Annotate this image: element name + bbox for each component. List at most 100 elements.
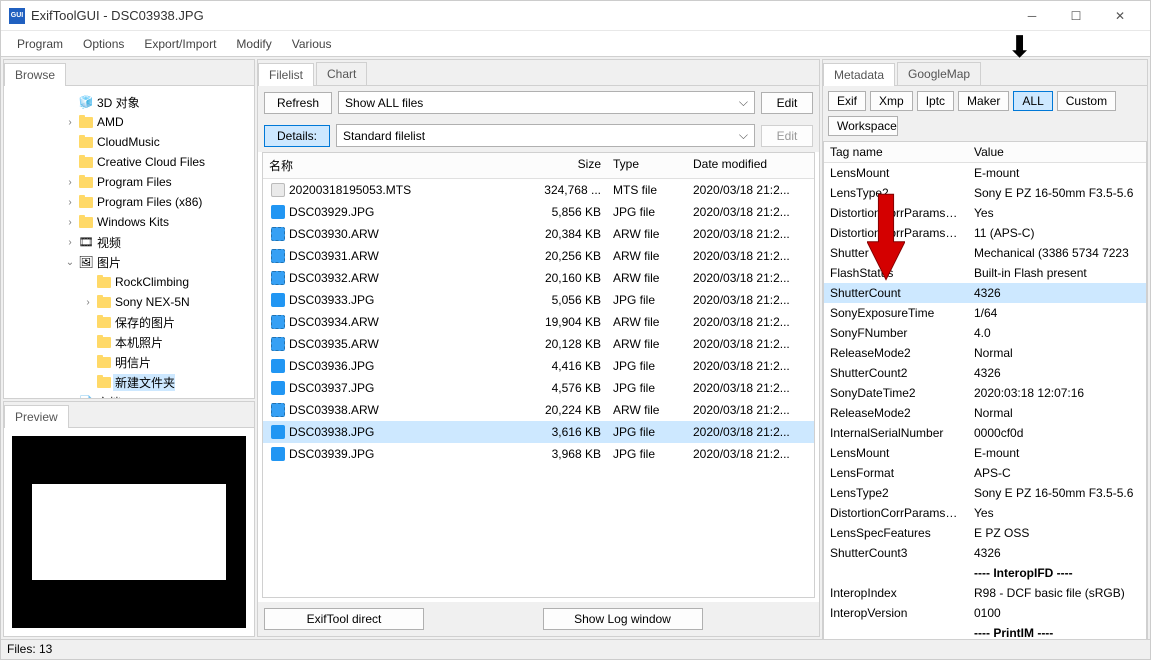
meta-btn-all[interactable]: ALL	[1013, 91, 1052, 111]
metadata-row[interactable]: LensType2Sony E PZ 16-50mm F3.5-5.6	[824, 483, 1146, 503]
file-row[interactable]: DSC03936.JPG4,416 KBJPG file2020/03/18 2…	[263, 355, 814, 377]
tab-metadata[interactable]: Metadata	[823, 63, 895, 86]
tree-item[interactable]: ›AMD	[8, 112, 250, 132]
meta-btn-exif[interactable]: Exif	[828, 91, 866, 111]
edit-filter-button[interactable]: Edit	[761, 92, 813, 114]
file-row[interactable]: DSC03934.ARW19,904 KBARW file2020/03/18 …	[263, 311, 814, 333]
maximize-button[interactable]: ☐	[1054, 2, 1098, 30]
tab-preview[interactable]: Preview	[4, 405, 69, 428]
exiftool-direct-button[interactable]: ExifTool direct	[264, 608, 424, 630]
menu-exportimport[interactable]: Export/Import	[134, 33, 226, 55]
tree-item[interactable]: 本机照片	[8, 332, 250, 352]
file-row[interactable]: DSC03929.JPG5,856 KBJPG file2020/03/18 2…	[263, 201, 814, 223]
show-files-combo[interactable]: Show ALL files ⌵	[338, 91, 755, 114]
file-row[interactable]: DSC03932.ARW20,160 KBARW file2020/03/18 …	[263, 267, 814, 289]
metadata-row[interactable]: ShutterCount34326	[824, 543, 1146, 563]
details-button[interactable]: Details:	[264, 125, 330, 147]
file-row[interactable]: DSC03939.JPG3,968 KBJPG file2020/03/18 2…	[263, 443, 814, 465]
tree-item[interactable]: ›Program Files (x86)	[8, 192, 250, 212]
tab-googlemap[interactable]: GoogleMap	[897, 62, 981, 85]
tree-item[interactable]: ›Program Files	[8, 172, 250, 192]
tree-arrow-icon[interactable]: ›	[63, 177, 77, 188]
menu-program[interactable]: Program	[7, 33, 73, 55]
view-combo[interactable]: Standard filelist ⌵	[336, 124, 755, 147]
metadata-row[interactable]: DistortionCorrParamsPreseYes	[824, 503, 1146, 523]
metadata-row[interactable]: LensMountE-mount	[824, 163, 1146, 183]
tree-item[interactable]: 保存的图片	[8, 312, 250, 332]
file-name: DSC03938.ARW	[289, 403, 379, 417]
tree-item[interactable]: 明信片	[8, 352, 250, 372]
metadata-row[interactable]: InteropIndexR98 - DCF basic file (sRGB)	[824, 583, 1146, 603]
metadata-row[interactable]: ShutterMechanical (3386 5734 7223	[824, 243, 1146, 263]
tag-value: 4326	[968, 363, 1146, 383]
menu-options[interactable]: Options	[73, 33, 134, 55]
tree-arrow-icon[interactable]: ›	[63, 237, 77, 248]
metadata-row[interactable]: ---- PrintIM ----	[824, 623, 1146, 639]
tree-arrow-icon[interactable]: ›	[63, 197, 77, 208]
metadata-row[interactable]: InternalSerialNumber0000cf0d	[824, 423, 1146, 443]
metadata-row[interactable]: LensFormatAPS-C	[824, 463, 1146, 483]
file-row[interactable]: DSC03930.ARW20,384 KBARW file2020/03/18 …	[263, 223, 814, 245]
tree-item[interactable]: 🧊3D 对象	[8, 92, 250, 112]
tree-item[interactable]: ›📄文档	[8, 392, 250, 398]
metadata-row[interactable]: DistortionCorrParamsPreseYes	[824, 203, 1146, 223]
tree-item[interactable]: ›Sony NEX-5N	[8, 292, 250, 312]
tree-arrow-icon[interactable]: ⌄	[63, 257, 77, 268]
tab-filelist[interactable]: Filelist	[258, 63, 314, 86]
tree-arrow-icon[interactable]: ›	[63, 117, 77, 128]
tree-item[interactable]: Creative Cloud Files	[8, 152, 250, 172]
meta-btn-custom[interactable]: Custom	[1057, 91, 1116, 111]
col-size[interactable]: Size	[523, 153, 607, 178]
file-row[interactable]: DSC03931.ARW20,256 KBARW file2020/03/18 …	[263, 245, 814, 267]
tree-item[interactable]: ›🎞视频	[8, 232, 250, 252]
folder-tree[interactable]: 🧊3D 对象›AMDCloudMusicCreative Cloud Files…	[4, 86, 254, 398]
file-row[interactable]: DSC03938.ARW20,224 KBARW file2020/03/18 …	[263, 399, 814, 421]
metadata-row[interactable]: ReleaseMode2Normal	[824, 343, 1146, 363]
col-tagname[interactable]: Tag name	[824, 142, 968, 162]
metadata-row[interactable]: FlashStatusBuilt-in Flash present	[824, 263, 1146, 283]
file-row[interactable]: 20200318195053.MTS324,768 ...MTS file202…	[263, 179, 814, 201]
close-button[interactable]: ✕	[1098, 2, 1142, 30]
tree-item[interactable]: 新建文件夹	[8, 372, 250, 392]
file-row[interactable]: DSC03938.JPG3,616 KBJPG file2020/03/18 2…	[263, 421, 814, 443]
col-name[interactable]: 名称	[263, 153, 523, 178]
menu-various[interactable]: Various	[282, 33, 342, 55]
tree-arrow-icon[interactable]: ›	[63, 217, 77, 228]
metadata-row[interactable]: ShutterCount24326	[824, 363, 1146, 383]
metadata-row[interactable]: InteropVersion0100	[824, 603, 1146, 623]
tree-item[interactable]: ›Windows Kits	[8, 212, 250, 232]
refresh-button[interactable]: Refresh	[264, 92, 332, 114]
minimize-button[interactable]: ─	[1010, 2, 1054, 30]
tab-browse[interactable]: Browse	[4, 63, 66, 86]
tree-item[interactable]: RockClimbing	[8, 272, 250, 292]
metadata-row[interactable]: ShutterCount4326	[824, 283, 1146, 303]
tab-chart[interactable]: Chart	[316, 62, 367, 85]
metadata-row[interactable]: ---- InteropIFD ----	[824, 563, 1146, 583]
metadata-row[interactable]: ReleaseMode2Normal	[824, 403, 1146, 423]
file-row[interactable]: DSC03935.ARW20,128 KBARW file2020/03/18 …	[263, 333, 814, 355]
tree-item[interactable]: CloudMusic	[8, 132, 250, 152]
metadata-row[interactable]: LensType2Sony E PZ 16-50mm F3.5-5.6	[824, 183, 1146, 203]
metadata-row[interactable]: LensMountE-mount	[824, 443, 1146, 463]
col-date[interactable]: Date modified	[687, 153, 814, 178]
meta-btn-iptc[interactable]: Iptc	[917, 91, 954, 111]
col-type[interactable]: Type	[607, 153, 687, 178]
filelist-header[interactable]: 名称 Size Type Date modified	[263, 153, 814, 179]
file-row[interactable]: DSC03937.JPG4,576 KBJPG file2020/03/18 2…	[263, 377, 814, 399]
workspace-button[interactable]: Workspace	[828, 116, 898, 136]
metadata-row[interactable]: SonyExposureTime1/64	[824, 303, 1146, 323]
metadata-row[interactable]: LensSpecFeaturesE PZ OSS	[824, 523, 1146, 543]
meta-btn-maker[interactable]: Maker	[958, 91, 1009, 111]
tree-arrow-icon[interactable]: ›	[63, 397, 77, 399]
col-value[interactable]: Value	[968, 142, 1146, 162]
metadata-row[interactable]: SonyFNumber4.0	[824, 323, 1146, 343]
metadata-row[interactable]: DistortionCorrParamsNum11 (APS-C)	[824, 223, 1146, 243]
metadata-row[interactable]: SonyDateTime22020:03:18 12:07:16	[824, 383, 1146, 403]
menu-modify[interactable]: Modify	[226, 33, 281, 55]
meta-btn-xmp[interactable]: Xmp	[870, 91, 913, 111]
file-row[interactable]: DSC03933.JPG5,056 KBJPG file2020/03/18 2…	[263, 289, 814, 311]
metadata-header[interactable]: Tag name Value	[824, 142, 1146, 163]
tree-arrow-icon[interactable]: ›	[81, 297, 95, 308]
show-log-button[interactable]: Show Log window	[543, 608, 703, 630]
tree-item[interactable]: ⌄🖼图片	[8, 252, 250, 272]
